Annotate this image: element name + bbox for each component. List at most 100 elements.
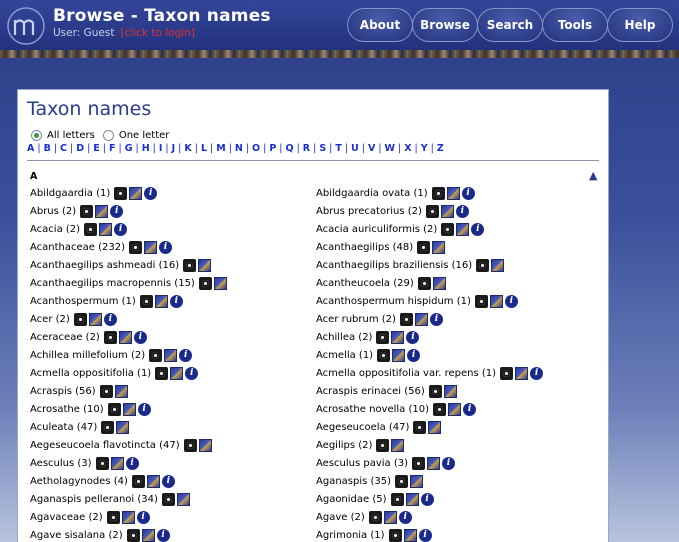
camera-icon[interactable] bbox=[126, 528, 140, 542]
map-icon[interactable] bbox=[405, 492, 419, 506]
taxon-name-link[interactable]: Aesculus (3) bbox=[30, 458, 92, 469]
letter-link-r[interactable]: R bbox=[303, 143, 310, 154]
camera-icon[interactable] bbox=[103, 330, 117, 344]
letter-link-l[interactable]: L bbox=[201, 143, 207, 154]
info-icon[interactable]: i bbox=[185, 366, 199, 380]
taxon-name-link[interactable]: Acmella oppositifolia (1) bbox=[30, 368, 151, 379]
camera-icon[interactable] bbox=[413, 420, 427, 434]
camera-icon[interactable] bbox=[131, 474, 145, 488]
camera-icon[interactable] bbox=[149, 348, 163, 362]
camera-icon[interactable] bbox=[395, 474, 409, 488]
camera-icon[interactable] bbox=[431, 186, 445, 200]
letter-link-w[interactable]: W bbox=[385, 143, 395, 154]
map-icon[interactable] bbox=[440, 204, 454, 218]
taxon-name-link[interactable]: Aesculus pavia (3) bbox=[316, 458, 408, 469]
map-icon[interactable] bbox=[448, 402, 462, 416]
map-icon[interactable] bbox=[446, 186, 460, 200]
camera-icon[interactable] bbox=[476, 258, 490, 272]
info-icon[interactable]: i bbox=[144, 186, 158, 200]
camera-icon[interactable] bbox=[106, 510, 120, 524]
taxon-name-link[interactable]: Acrosathe (10) bbox=[30, 404, 104, 415]
taxon-name-link[interactable]: Aetholagynodes (4) bbox=[30, 476, 128, 487]
map-icon[interactable] bbox=[391, 330, 405, 344]
camera-icon[interactable] bbox=[73, 312, 87, 326]
camera-icon[interactable] bbox=[95, 456, 109, 470]
letter-link-a[interactable]: A bbox=[27, 143, 34, 154]
info-icon[interactable]: i bbox=[159, 240, 173, 254]
taxon-name-link[interactable]: Acacia (2) bbox=[30, 224, 80, 235]
letter-link-c[interactable]: C bbox=[60, 143, 67, 154]
camera-icon[interactable] bbox=[425, 204, 439, 218]
map-icon[interactable] bbox=[410, 474, 424, 488]
info-icon[interactable]: i bbox=[110, 204, 124, 218]
map-icon[interactable] bbox=[154, 294, 168, 308]
map-icon[interactable] bbox=[144, 240, 158, 254]
map-icon[interactable] bbox=[432, 276, 446, 290]
letter-link-h[interactable]: H bbox=[142, 143, 150, 154]
letter-link-e[interactable]: E bbox=[93, 143, 100, 154]
camera-icon[interactable] bbox=[428, 384, 442, 398]
taxon-name-link[interactable]: Agave (2) bbox=[316, 512, 365, 523]
taxon-name-link[interactable]: Aegeseucoela flavotincta (47) bbox=[30, 440, 180, 451]
login-link[interactable]: [click to login] bbox=[120, 27, 194, 39]
nav-search[interactable]: Search bbox=[477, 8, 543, 42]
info-icon[interactable]: i bbox=[406, 330, 420, 344]
taxon-name-link[interactable]: Agave sisalana (2) bbox=[30, 530, 123, 541]
taxon-name-link[interactable]: Aganaspis (35) bbox=[316, 476, 391, 487]
info-icon[interactable]: i bbox=[398, 510, 412, 524]
camera-icon[interactable] bbox=[155, 366, 169, 380]
info-icon[interactable]: i bbox=[463, 402, 477, 416]
letter-link-v[interactable]: V bbox=[368, 143, 375, 154]
letter-link-i[interactable]: I bbox=[159, 143, 163, 154]
info-icon[interactable]: i bbox=[504, 294, 518, 308]
scroll-top-icon[interactable]: ▲ bbox=[589, 169, 597, 182]
camera-icon[interactable] bbox=[433, 402, 447, 416]
camera-icon[interactable] bbox=[84, 222, 98, 236]
taxon-name-link[interactable]: Achillea millefolium (2) bbox=[30, 350, 145, 361]
map-icon[interactable] bbox=[391, 438, 405, 452]
taxon-name-link[interactable]: Acer (2) bbox=[30, 314, 70, 325]
camera-icon[interactable] bbox=[114, 186, 128, 200]
map-icon[interactable] bbox=[392, 348, 406, 362]
map-icon[interactable] bbox=[122, 402, 136, 416]
letter-link-f[interactable]: F bbox=[109, 143, 116, 154]
taxon-name-link[interactable]: Aceraceae (2) bbox=[30, 332, 100, 343]
info-icon[interactable]: i bbox=[420, 492, 434, 506]
map-icon[interactable] bbox=[428, 420, 442, 434]
info-icon[interactable]: i bbox=[103, 312, 117, 326]
taxon-name-link[interactable]: Acanthaegilips macropennis (15) bbox=[30, 278, 195, 289]
map-icon[interactable] bbox=[129, 186, 143, 200]
letter-link-j[interactable]: J bbox=[172, 143, 176, 154]
taxon-name-link[interactable]: Aegilips (2) bbox=[316, 440, 372, 451]
taxon-name-link[interactable]: Abildgaardia ovata (1) bbox=[316, 188, 428, 199]
taxon-name-link[interactable]: Acanthospermum hispidum (1) bbox=[316, 296, 471, 307]
letter-link-m[interactable]: M bbox=[216, 143, 225, 154]
info-icon[interactable]: i bbox=[455, 204, 469, 218]
letter-link-p[interactable]: P bbox=[269, 143, 276, 154]
letter-link-d[interactable]: D bbox=[76, 143, 84, 154]
nav-about[interactable]: About bbox=[347, 8, 413, 42]
taxon-name-link[interactable]: Acraspis (56) bbox=[30, 386, 96, 397]
camera-icon[interactable] bbox=[500, 366, 514, 380]
nav-tools[interactable]: Tools bbox=[542, 8, 608, 42]
map-icon[interactable] bbox=[146, 474, 160, 488]
map-icon[interactable] bbox=[489, 294, 503, 308]
taxon-name-link[interactable]: Acmella (1) bbox=[316, 350, 373, 361]
map-icon[interactable] bbox=[456, 222, 470, 236]
info-icon[interactable]: i bbox=[133, 330, 147, 344]
logo-icon[interactable] bbox=[6, 6, 46, 46]
info-icon[interactable]: i bbox=[125, 456, 139, 470]
info-icon[interactable]: i bbox=[156, 528, 170, 542]
camera-icon[interactable] bbox=[474, 294, 488, 308]
info-icon[interactable]: i bbox=[407, 348, 421, 362]
camera-icon[interactable] bbox=[99, 384, 113, 398]
camera-icon[interactable] bbox=[417, 276, 431, 290]
letter-link-s[interactable]: S bbox=[319, 143, 326, 154]
map-icon[interactable] bbox=[116, 420, 130, 434]
info-icon[interactable]: i bbox=[136, 510, 150, 524]
map-icon[interactable] bbox=[176, 492, 190, 506]
map-icon[interactable] bbox=[432, 240, 446, 254]
letter-link-o[interactable]: O bbox=[252, 143, 260, 154]
camera-icon[interactable] bbox=[412, 456, 426, 470]
radio-all-letters[interactable] bbox=[31, 130, 42, 141]
